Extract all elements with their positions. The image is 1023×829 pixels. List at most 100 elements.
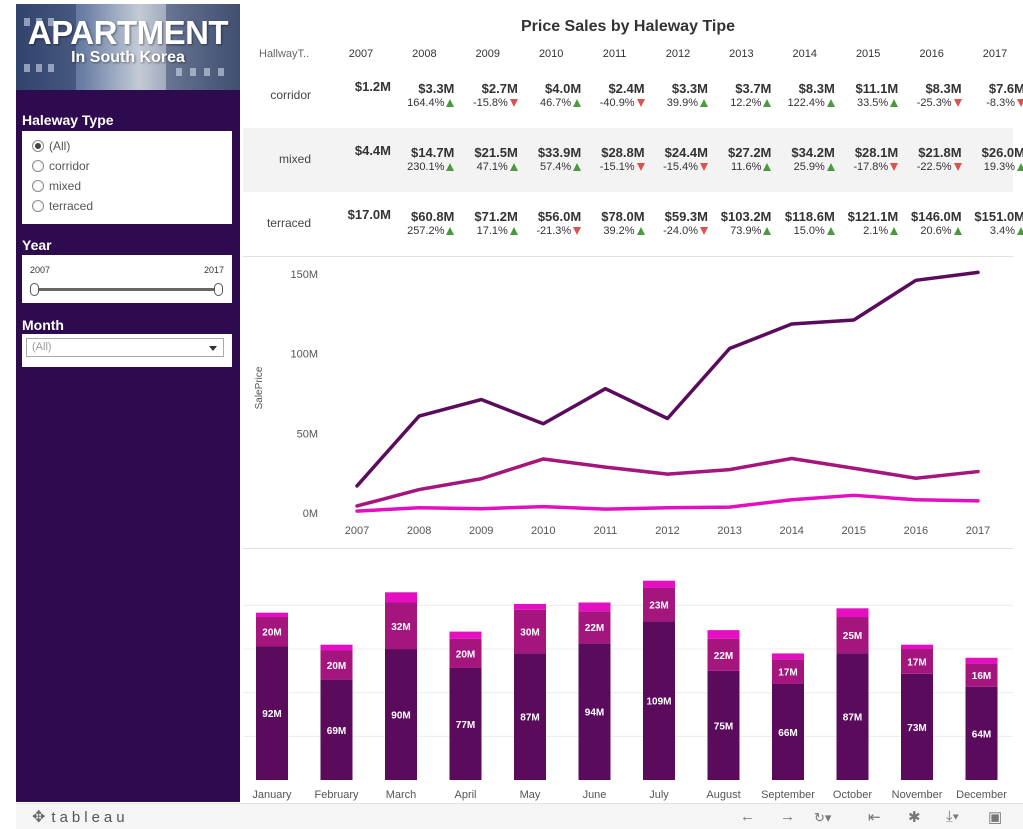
cell-value: $2.7M xyxy=(481,81,518,96)
change-value: 73.9% xyxy=(730,225,762,237)
change-value: 25.9% xyxy=(793,161,825,173)
bar-segment xyxy=(449,631,482,639)
revert-icon[interactable]: ↻▾ xyxy=(814,810,831,826)
option-label: corridor xyxy=(49,159,90,173)
cell-change: -25.3% xyxy=(898,96,962,110)
table-cell: $1.2M xyxy=(327,80,391,94)
table-cell: $24.4M -15.4% xyxy=(644,146,708,174)
haleway-filter: (All) corridor mixed terraced xyxy=(22,131,232,224)
bar-chart: 92M 20M January 69M 20M February 90M 32M March 77… xyxy=(243,552,1013,802)
cell-value: $17.0M xyxy=(347,207,391,222)
cell-change: 11.6% xyxy=(707,160,772,174)
table-cell: $78.0M 39.2% xyxy=(581,210,645,238)
cell-change: -21.3% xyxy=(517,224,582,238)
redo-icon[interactable]: → xyxy=(780,808,795,825)
cell-value: $26.0M xyxy=(981,145,1023,160)
haleway-option-mixed[interactable]: mixed xyxy=(22,176,232,196)
radio-icon[interactable] xyxy=(32,160,44,172)
cell-value: $3.7M xyxy=(735,81,772,96)
cell-change: 257.2% xyxy=(390,224,455,238)
change-value: -17.8% xyxy=(853,161,889,173)
haleway-option-corridor[interactable]: corridor xyxy=(22,156,232,176)
radio-icon[interactable] xyxy=(32,200,44,212)
tableau-plus-icon: ✥ xyxy=(32,809,46,826)
price-sales-table: Price Sales by Haleway Tipe HallwayT.. 20… xyxy=(243,4,1023,256)
y-tick-label: 50M xyxy=(297,428,318,440)
share-icon[interactable]: ✱ xyxy=(908,808,921,826)
cell-value: $8.3M xyxy=(925,81,962,96)
bar-label: 94M xyxy=(585,708,604,719)
year-header: 2009 xyxy=(475,48,501,60)
dashboard: APARTMENT In South Korea Haleway Type (A… xyxy=(0,0,1023,829)
cell-value: $8.3M xyxy=(798,81,835,96)
table-cell: $33.9M 57.4% xyxy=(517,146,582,174)
year-header: 2007 xyxy=(348,48,374,60)
cell-change: 2.1% xyxy=(834,224,899,238)
table-title: Price Sales by Haleway Tipe xyxy=(520,18,736,35)
year-header: 2008 xyxy=(412,48,437,60)
cell-value: $59.3M xyxy=(664,209,708,224)
month-select[interactable]: (All) xyxy=(26,338,224,357)
cell-change: -40.9% xyxy=(581,96,645,110)
series-line xyxy=(355,270,980,488)
cell-value: $60.8M xyxy=(411,209,455,224)
change-value: 2.1% xyxy=(863,225,889,237)
table-cell: $21.5M 47.1% xyxy=(454,146,518,174)
table-cell: $4.0M 46.7% xyxy=(517,82,582,110)
radio-icon[interactable] xyxy=(32,180,44,192)
undo-icon[interactable]: ← xyxy=(740,808,755,825)
table-cell: $146.0M 20.6% xyxy=(898,210,962,238)
table-cell: $7.6M -8.3% xyxy=(961,82,1023,110)
year-slider-max-handle[interactable] xyxy=(214,283,223,296)
year-header: 2014 xyxy=(792,48,818,60)
change-value: 11.6% xyxy=(731,161,762,173)
series-line xyxy=(355,493,980,513)
year-header: 2016 xyxy=(919,48,944,60)
year-slider-min-handle[interactable] xyxy=(30,283,39,296)
table-cell: $56.0M -21.3% xyxy=(517,210,582,238)
table-cell: $60.8M 257.2% xyxy=(390,209,455,238)
cell-value: $121.1M xyxy=(847,209,899,224)
divider xyxy=(243,548,1013,549)
year-slider-track[interactable] xyxy=(32,288,218,291)
cell-value: $11.1M xyxy=(855,81,899,96)
bar-segment xyxy=(901,644,933,650)
year-filter-title: Year xyxy=(22,237,52,253)
cell-change: 230.1% xyxy=(390,160,455,174)
revert-all-icon[interactable]: ⇤ xyxy=(868,808,881,826)
radio-selected-icon[interactable] xyxy=(32,140,44,152)
cell-change: 46.7% xyxy=(517,96,582,110)
bar-segment xyxy=(385,592,417,603)
x-tick-label: July xyxy=(649,789,669,801)
corner-header: HallwayT.. xyxy=(259,48,310,60)
x-tick-label: January xyxy=(252,789,292,801)
haleway-option-all[interactable]: (All) xyxy=(22,136,232,156)
change-value: 39.9% xyxy=(666,97,698,109)
cell-change: 19.3% xyxy=(961,160,1023,174)
x-tick-label: June xyxy=(583,789,607,801)
cell-value: $21.5M xyxy=(474,145,518,160)
cell-value: $27.2M xyxy=(728,145,772,160)
x-tick-label: 2011 xyxy=(594,525,618,537)
haleway-option-terraced[interactable]: terraced xyxy=(22,196,232,216)
bar-label: 75M xyxy=(714,721,733,732)
table-cell: $71.2M 17.1% xyxy=(454,210,518,238)
bar-label: 69M xyxy=(327,726,346,737)
change-value: -15.4% xyxy=(663,161,698,173)
table-cell: $2.7M -15.8% xyxy=(454,82,518,110)
bar-segment xyxy=(707,630,740,639)
change-value: 46.7% xyxy=(539,97,572,109)
cell-value: $103.2M xyxy=(720,209,772,224)
cell-change: 39.2% xyxy=(581,224,645,238)
tableau-logo[interactable]: ✥ tableau xyxy=(32,807,129,827)
bar-label: 30M xyxy=(520,628,539,639)
change-value: 230.1% xyxy=(407,161,445,173)
bar-label: 23M xyxy=(649,601,668,612)
cell-change: 3.4% xyxy=(961,224,1023,238)
download-icon[interactable]: ⤓▾ xyxy=(946,808,959,825)
fullscreen-icon[interactable]: ▣ xyxy=(988,808,1002,826)
cell-change: 164.4% xyxy=(390,96,455,110)
x-tick-label: 2009 xyxy=(469,525,493,537)
change-value: -22.5% xyxy=(916,161,952,173)
change-value: 122.4% xyxy=(787,97,825,109)
